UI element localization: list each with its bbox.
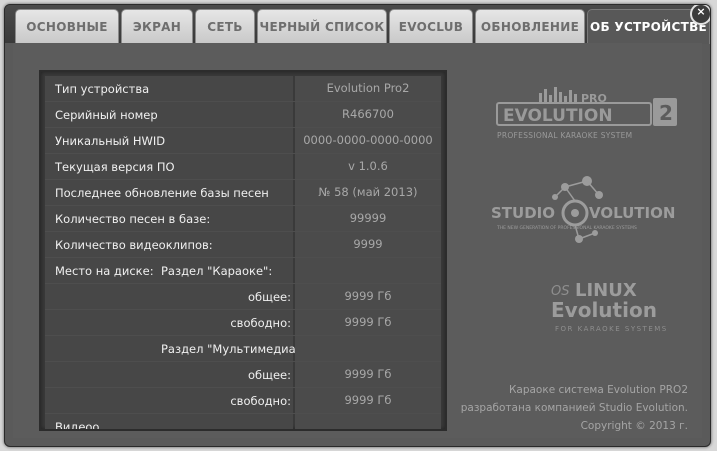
table-row: Последнее обновление базы песен № 58 (ма… [45,180,441,206]
tab-blacklist[interactable]: ЧЕРНЫЙ СПИСОК [257,9,387,43]
evo2-tagline: PROFESSIONAL KARAOKE SYSTEM [497,131,632,140]
row-label: Тип устройства [55,82,150,96]
multimedia-free-value: 9999 Гб [295,388,441,413]
row-value: 0000-0000-0000-0000 [295,128,441,153]
row-label: Количество песен в базе: [55,212,211,226]
linux-evolution-logo: OS LINUX Evolution FOR KARAOKE SYSTEMS [551,280,668,333]
row-value: R466700 [295,102,441,127]
row-value [295,414,441,429]
disk-space-label: Место на диске: [55,264,154,278]
table-row: свободно: 9999 Гб [45,388,441,414]
table-row: Уникальный HWID 0000-0000-0000-0000 [45,128,441,154]
free-label: свободно: [230,394,291,408]
tab-update[interactable]: ОБНОВЛЕНИЕ [475,9,585,43]
karaoke-section-label: Раздел "Караоке": [161,264,273,278]
row-value: 99999 [295,206,441,231]
total-label: общее: [248,290,291,304]
linux-tagline: FOR KARAOKE SYSTEMS [555,325,668,333]
tab-network[interactable]: СЕТЬ [195,9,255,43]
multimedia-section-label: Раздел "Мультимедиа": [161,342,305,356]
device-info-table[interactable]: Тип устройства Evolution Pro2 Серийный н… [39,70,447,431]
studio-word: STUDIO [491,204,555,222]
table-row: общее: 9999 Гб [45,284,441,310]
tab-bar: ОСНОВНЫЕ ЭКРАН СЕТЬ ЧЕРНЫЙ СПИСОК EVOCLU… [5,5,710,44]
evo2-main-text: EVOLUTION [503,106,613,126]
tab-screen[interactable]: ЭКРАН [121,9,193,43]
tab-evoclub[interactable]: EVOCLUB [389,9,473,43]
close-icon[interactable]: × [690,5,710,25]
table-row: Место на диске: Раздел "Караоке": [45,258,441,284]
table-row: свободно: 9999 Гб [45,310,441,336]
row-value: № 58 (май 2013) [295,180,441,205]
studio-tagline: THE NEW GENERATION OF PROFESSIONAL KARAO… [496,225,637,231]
row-value: Evolution Pro2 [295,76,441,101]
settings-window: ОСНОВНЫЕ ЭКРАН СЕТЬ ЧЕРНЫЙ СПИСОК EVOCLU… [4,4,711,447]
brand-logos: PRO EVOLUTION 2 PROFESSIONAL KARAOKE SYS… [491,87,677,333]
about-device-panel: Тип устройства Evolution Pro2 Серийный н… [13,43,702,438]
evo2-number-text: 2 [659,101,673,125]
row-label: Текущая версия ПО [55,160,175,174]
row-value: 9999 [295,232,441,257]
footer-line-copyright: Copyright © 2013 г. [580,420,688,432]
row-label: Последнее обновление базы песен [55,186,269,200]
row-label: Видеоо [55,420,100,431]
table-row: общее: 9999 Гб [45,362,441,388]
copyright-block: Караоке система Evolution PRO2 разработа… [461,381,688,435]
total-label: общее: [248,368,291,382]
tab-basic[interactable]: ОСНОВНЫЕ [15,9,119,43]
footer-line-system: Караоке система Evolution PRO2 [508,384,688,396]
row-label: Серийный номер [55,108,158,122]
footer-line-developer: разработана компанией Studio Evolution. [460,402,688,414]
table-row: Видеоо [45,414,441,431]
table-row: Количество песен в базе: 99999 [45,206,441,232]
linux-evolution-word: Evolution [551,298,657,322]
free-label: свободно: [230,316,291,330]
table-row: Текущая версия ПО v 1.0.6 [45,154,441,180]
table-row: Количество видеоклипов: 9999 [45,232,441,258]
linux-os-text: OS [551,284,569,299]
row-label: Уникальный HWID [55,134,166,148]
table-row: Тип устройства Evolution Pro2 [45,76,441,102]
table-row: Серийный номер R466700 [45,102,441,128]
evolution-pro2-logo: PRO EVOLUTION 2 PROFESSIONAL KARAOKE SYS… [496,87,677,140]
table-row: Раздел "Мультимедиа": [45,336,441,362]
studio-evolution-logo: STUDIO VOLUTION THE NEW GENERATION OF PR… [491,176,675,243]
karaoke-free-value: 9999 Гб [295,310,441,335]
row-value [295,336,441,361]
evolution-word: VOLUTION [589,204,675,222]
multimedia-total-value: 9999 Гб [295,362,441,387]
row-value: v 1.0.6 [295,154,441,179]
row-label: Количество видеоклипов: [55,238,213,252]
row-value [295,258,441,283]
karaoke-total-value: 9999 Гб [295,284,441,309]
